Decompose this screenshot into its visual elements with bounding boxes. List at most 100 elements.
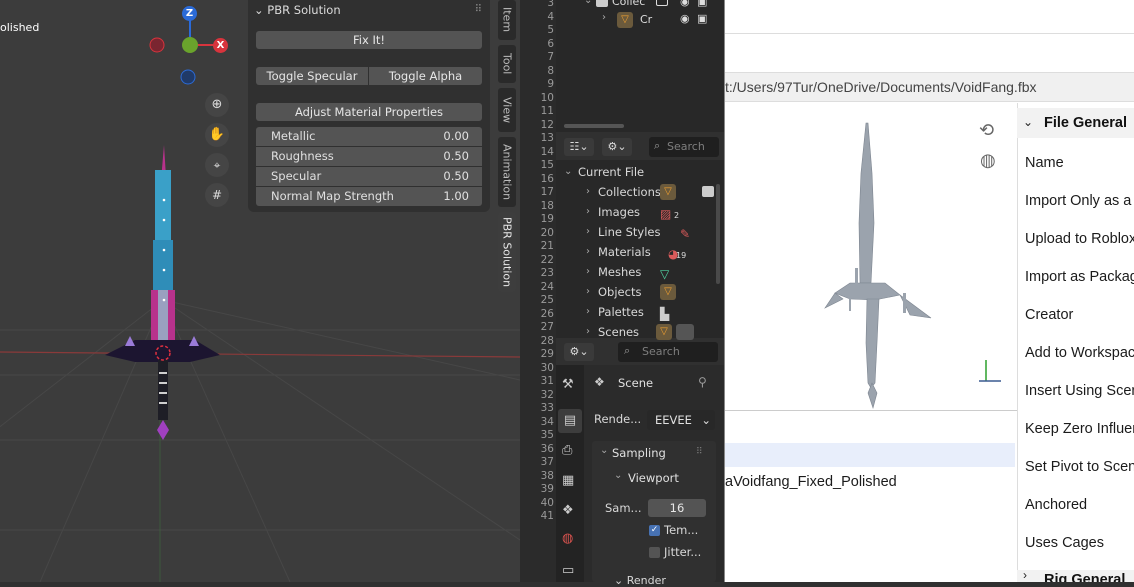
property-label: Roughness	[271, 149, 334, 163]
tree-label: Meshes	[598, 265, 642, 279]
roughness-field[interactable]: Roughness 0.50	[256, 147, 482, 166]
checkbox-icon[interactable]	[656, 0, 668, 6]
tree-item-line-styles[interactable]: › Line Styles ✎	[556, 222, 716, 242]
globe-icon[interactable]: ◍	[980, 150, 996, 171]
scene-tab-icon[interactable]: ❖	[562, 503, 574, 518]
chevron-right-icon[interactable]: ›	[602, 12, 606, 23]
mesh-object-icon: ▽	[617, 12, 633, 28]
eye-icon[interactable]: ◉	[680, 12, 690, 25]
search-input[interactable]: Search	[618, 342, 718, 362]
pbr-panel-header[interactable]: ⌄ PBR Solution	[254, 3, 341, 17]
tab-animation[interactable]: Animation	[498, 137, 516, 207]
sampling-header[interactable]: Sampling	[612, 446, 666, 460]
scrollbar[interactable]	[564, 124, 624, 128]
grid-view-icon[interactable]: #	[205, 183, 229, 207]
render-engine-select[interactable]: EEVEE ⌄	[647, 410, 715, 430]
toggle-specular-button[interactable]: Toggle Specular	[256, 67, 368, 85]
tab-view[interactable]: View	[498, 88, 516, 132]
search-placeholder: Search	[642, 345, 680, 358]
file-path[interactable]: t:/Users/97Tur/OneDrive/Documents/VoidFa…	[725, 79, 1037, 95]
file-list-selected-row[interactable]	[725, 443, 1015, 467]
drag-handle-icon[interactable]: ⠿	[696, 447, 703, 457]
jitter-checkbox[interactable]	[649, 547, 660, 558]
sword-model	[105, 145, 220, 440]
option-uses-cages: Uses Cages	[1025, 535, 1104, 551]
drag-handle-icon[interactable]: ⠿	[475, 4, 482, 15]
specular-field[interactable]: Specular 0.50	[256, 167, 482, 186]
rig-general-header[interactable]: › Rig General	[1017, 570, 1134, 582]
property-value: 0.50	[443, 169, 469, 183]
camera-icon[interactable]: ▣	[697, 0, 707, 8]
toggle-alpha-button[interactable]: Toggle Alpha	[369, 67, 482, 85]
tab-pbr-solution[interactable]: PBR Solution	[498, 212, 516, 292]
dialog-titlebar	[725, 0, 1134, 34]
blend-file-browser[interactable]: ☷⌄ ⚙⌄ Search ⌕ ⌄ Current File › Collection…	[556, 134, 724, 340]
x-axis-label[interactable]: X	[213, 38, 228, 53]
view-layer-tab-icon[interactable]: ▦	[562, 473, 574, 488]
camera-icon[interactable]: ▣	[697, 12, 707, 25]
z-axis-label[interactable]: Z	[182, 6, 197, 21]
camera-view-icon[interactable]: ⌖	[205, 153, 229, 177]
pan-hand-icon[interactable]: ✋	[205, 123, 229, 147]
rotate-view-icon[interactable]: ⟲	[979, 120, 994, 141]
option-set-pivot: Set Pivot to Scene	[1025, 459, 1134, 475]
samples-field[interactable]: 16	[648, 499, 706, 517]
outliner-panel[interactable]: ⌄ Collec ◉ ▣ › ▽ Cr ◉ ▣	[556, 0, 724, 132]
render-subheader[interactable]: ⌄ Render	[614, 574, 666, 587]
temporal-checkbox[interactable]: ✓	[649, 525, 660, 536]
tab-tool[interactable]: Tool	[498, 45, 516, 83]
collection-label[interactable]: Collec	[612, 0, 645, 8]
file-name-row[interactable]: aVoidfang_Fixed_Polished	[725, 474, 897, 490]
tree-label: Objects	[598, 285, 642, 299]
option-add-workspace: Add to Workspace	[1025, 345, 1134, 361]
child-object-label[interactable]: Cr	[640, 13, 652, 26]
pin-icon[interactable]: ⚲	[698, 375, 707, 389]
chevron-down-icon[interactable]: ⌄	[614, 470, 622, 481]
current-file-row[interactable]: ⌄ Current File	[556, 162, 716, 182]
adjust-material-button[interactable]: Adjust Material Properties	[256, 103, 482, 121]
editor-type-icon[interactable]: ☷⌄	[564, 138, 594, 156]
tree-label: Current File	[578, 165, 645, 179]
render-tab-icon[interactable]: ▤	[558, 409, 582, 433]
tool-tab-icon[interactable]: ⚒	[562, 377, 574, 392]
tree-item-meshes[interactable]: › Meshes ▽	[556, 262, 716, 282]
world-tab-icon[interactable]: ◍	[562, 531, 573, 546]
option-import-only: Import Only as a M	[1025, 193, 1134, 209]
collection-icon	[596, 0, 608, 7]
output-tab-icon[interactable]: ⎙	[562, 443, 572, 458]
collection-tab-icon[interactable]: ▭	[562, 563, 574, 578]
display-mode-icon[interactable]: ⚙⌄	[602, 138, 632, 156]
scrollbar[interactable]	[716, 184, 720, 284]
object-icon: ▽	[660, 284, 676, 300]
tree-item-scenes[interactable]: › Scenes ▽	[556, 322, 716, 342]
editor-type-icon[interactable]: ⚙⌄	[564, 343, 594, 361]
floor-grid	[0, 299, 520, 582]
tree-item-materials[interactable]: › Materials ◕ 19	[556, 242, 716, 262]
tree-item-collections[interactable]: › Collections ▽	[556, 182, 716, 202]
text-editor-gutter: 3 4 5 6 7 8 9 10 11 12 13 14 15 16 17 18 19 20 21 22 23 24 25 2…	[520, 0, 556, 582]
tree-label: Images	[598, 205, 641, 219]
model-preview[interactable]: ⟲ ◍	[725, 103, 1017, 411]
scene-label: Scene	[618, 376, 654, 390]
zoom-icon[interactable]: ⊕	[205, 93, 229, 117]
tree-item-objects[interactable]: › Objects ▽	[556, 282, 716, 302]
chevron-down-icon: ⌄	[614, 574, 627, 587]
option-insert-scene: Insert Using Scen	[1025, 383, 1134, 399]
option-name: Name	[1025, 155, 1064, 171]
normal-map-strength-field[interactable]: Normal Map Strength 1.00	[256, 187, 482, 206]
chevron-down-icon[interactable]: ⌄	[1023, 115, 1033, 129]
fix-it-button[interactable]: Fix It!	[256, 31, 482, 49]
scene-icon: ▽	[656, 324, 672, 340]
eye-icon[interactable]: ◉	[680, 0, 690, 8]
file-general-header[interactable]: File General	[1044, 115, 1127, 131]
chevron-down-icon[interactable]: ⌄	[600, 445, 608, 456]
properties-editor[interactable]: ⚙⌄ Search ⌕ ⚒ ▤ ⎙ ▦ ❖ ◍ ▭ ❖ Scene ⚲ Rend…	[556, 341, 724, 587]
tree-item-images[interactable]: › Images ▨ 2	[556, 202, 716, 222]
tab-item[interactable]: Item	[498, 0, 516, 40]
chevron-down-icon[interactable]: ⌄	[584, 0, 592, 6]
viewport-subheader[interactable]: Viewport	[628, 471, 679, 485]
collection-box-icon	[702, 186, 714, 197]
tree-item-palettes[interactable]: › Palettes ▙	[556, 302, 716, 322]
property-label: Specular	[271, 169, 322, 183]
metallic-field[interactable]: Metallic 0.00	[256, 127, 482, 146]
